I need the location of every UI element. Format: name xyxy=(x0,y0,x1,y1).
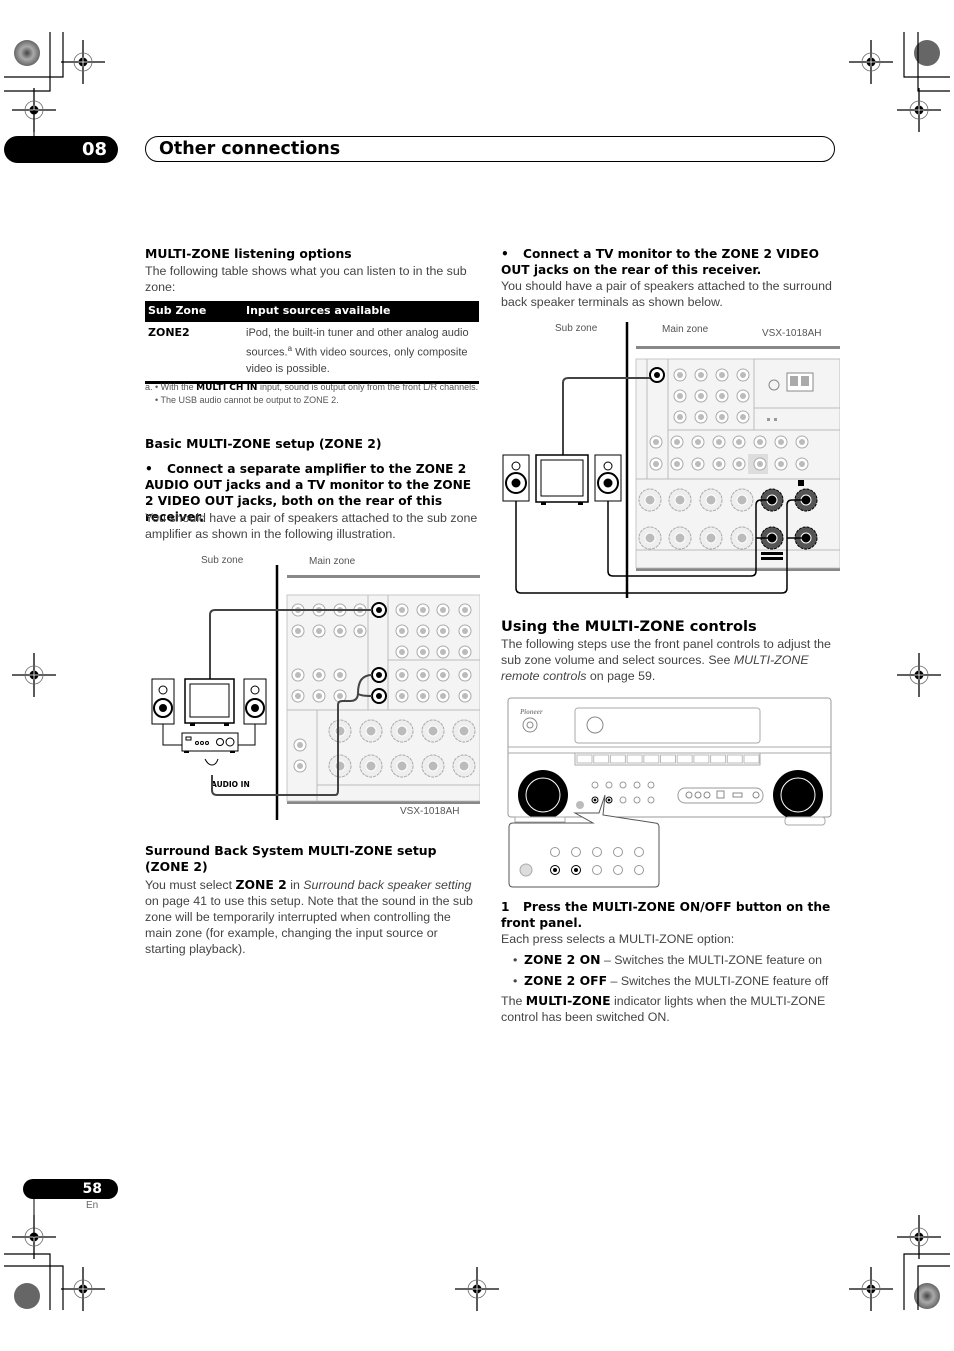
footnote-text: input, sound is output only from the fro… xyxy=(257,382,479,392)
body-text: in xyxy=(286,878,304,892)
note-text: The xyxy=(501,994,526,1008)
bullet: • xyxy=(145,462,153,476)
chapter-number-badge: 08 xyxy=(4,136,118,163)
step-1-instruction: 1 Press the MULTI-ZONE ON/OFF button on t… xyxy=(501,899,841,931)
multi-zone-controls-intro: The following steps use the front panel … xyxy=(501,636,841,684)
reg-mark-bottom-center xyxy=(454,1266,500,1312)
section-heading-multi-zone-controls: Using the MULTI-ZONE controls xyxy=(501,618,757,635)
page-number-badge: 58 xyxy=(23,1179,118,1199)
tv-monitor-instruction: • Connect a TV monitor to the ZONE 2 VIDE… xyxy=(501,246,837,278)
reg-mark-mid-left xyxy=(11,652,57,698)
bullet: • xyxy=(513,953,518,967)
front-panel-button xyxy=(633,796,641,804)
zone2-audio-out-r-jack xyxy=(371,688,387,704)
crop-mark-bottom-left xyxy=(4,1214,106,1312)
section-heading-surround-back: Surround Back System MULTI-ZONE setup (Z… xyxy=(145,843,437,874)
front-panel-button xyxy=(613,847,623,857)
option-label: ZONE 2 OFF xyxy=(524,973,608,988)
front-panel-button xyxy=(647,796,655,804)
option-text: – Switches the MULTI-ZONE feature on xyxy=(600,953,823,967)
chapter-title: Other connections xyxy=(159,139,341,159)
body-text: on page 41 to use this setup. Note that … xyxy=(145,894,473,956)
table-cell-sources: iPod, the built-in tuner and other analo… xyxy=(246,325,476,377)
front-panel-button xyxy=(619,796,627,804)
front-panel-button xyxy=(592,865,602,875)
bullet: • xyxy=(501,247,509,261)
footnote-marker: a. • With the xyxy=(145,382,197,392)
crop-mark-bottom-right xyxy=(848,1214,950,1312)
front-panel-button xyxy=(571,847,581,857)
basic-setup-body: You should have a pair of speakers attac… xyxy=(145,511,478,541)
surround-back-body: You must select ZONE 2 in Surround back … xyxy=(145,877,481,957)
zone2-audio-out-l-jack xyxy=(371,667,387,683)
front-panel-button xyxy=(613,865,623,875)
zone2-bold: ZONE 2 xyxy=(235,877,287,892)
sub-zone-table: Sub Zone Input sources available ZONE2 i… xyxy=(145,301,479,384)
table-header-sub-zone: Sub Zone xyxy=(148,304,207,317)
section-heading-listening-options: MULTI-ZONE listening options xyxy=(145,246,352,261)
option-label: ZONE 2 ON xyxy=(524,952,601,967)
crop-mark-top-left xyxy=(4,32,106,133)
crop-mark-top-right xyxy=(848,32,950,133)
front-panel-button xyxy=(647,781,655,789)
sub-zone-amplifier xyxy=(181,732,239,753)
option-text: – Switches the MULTI-ZONE feature off xyxy=(607,974,829,988)
step-1-body: Each press selects a MULTI-ZONE option: xyxy=(501,932,735,946)
body-text: on page 59. xyxy=(586,669,656,683)
right-speaker xyxy=(594,454,622,502)
receiver-front-panel-diagram: Pioneer xyxy=(507,697,832,888)
surround-back-setting-ref[interactable]: Surround back speaker setting xyxy=(303,878,471,892)
step-text: Press the MULTI-ZONE ON/OFF button on th… xyxy=(501,900,831,930)
option-zone2-on: • ZONE 2 ON – Switches the MULTI-ZONE fea… xyxy=(513,952,822,968)
receiver-front-panel: Pioneer xyxy=(507,697,832,826)
front-panel-button xyxy=(634,865,644,875)
note-bold: MULTI-ZONE xyxy=(525,993,611,1008)
zone2-video-out-jack xyxy=(371,602,387,618)
tv-monitor xyxy=(535,454,589,505)
listening-options-intro: The following table shows what you can l… xyxy=(145,264,467,294)
zone2-video-out-jack xyxy=(649,367,665,383)
step-number: 1 xyxy=(501,900,510,914)
front-panel-button xyxy=(592,847,602,857)
table-footnote: a. • With the MULTI CH IN input, sound i… xyxy=(145,381,479,406)
surround-back-connection-diagram xyxy=(502,322,840,598)
body-text: You must select xyxy=(145,878,236,892)
left-speaker xyxy=(502,454,530,502)
bullet: • xyxy=(513,974,518,988)
front-panel-button xyxy=(605,781,613,789)
left-speaker xyxy=(151,678,175,725)
front-panel-button xyxy=(619,781,627,789)
table-row: ZONE2 iPod, the built-in tuner and other… xyxy=(145,322,479,384)
instruction-text: Connect a TV monitor to the ZONE 2 VIDEO… xyxy=(501,247,819,277)
front-panel-button xyxy=(550,847,560,857)
footnote-bold: MULTI CH IN xyxy=(196,383,258,393)
table-header-input-sources: Input sources available xyxy=(246,304,391,317)
option-zone2-off: • ZONE 2 OFF – Switches the MULTI-ZONE fe… xyxy=(513,973,828,989)
table-cell-zone: ZONE2 xyxy=(148,326,190,339)
footnote-line2: • The USB audio cannot be output to ZONE… xyxy=(155,395,339,405)
language-label: En xyxy=(86,1200,99,1211)
right-speaker xyxy=(243,678,267,725)
front-panel-button xyxy=(634,847,644,857)
front-panel-button xyxy=(633,781,641,789)
tv-monitor xyxy=(184,678,235,726)
tv-monitor-body: You should have a pair of speakers attac… xyxy=(501,279,832,309)
reg-mark-mid-right xyxy=(896,652,942,698)
table-header-row: Sub Zone Input sources available xyxy=(145,301,479,322)
brand-logo: Pioneer xyxy=(520,708,543,716)
section-heading-basic-setup: Basic MULTI-ZONE setup (ZONE 2) xyxy=(145,436,382,451)
front-panel-button xyxy=(591,781,599,789)
indicator-note: The MULTI-ZONE indicator lights when the… xyxy=(501,993,841,1025)
zone2-basic-connection-diagram xyxy=(151,565,480,820)
